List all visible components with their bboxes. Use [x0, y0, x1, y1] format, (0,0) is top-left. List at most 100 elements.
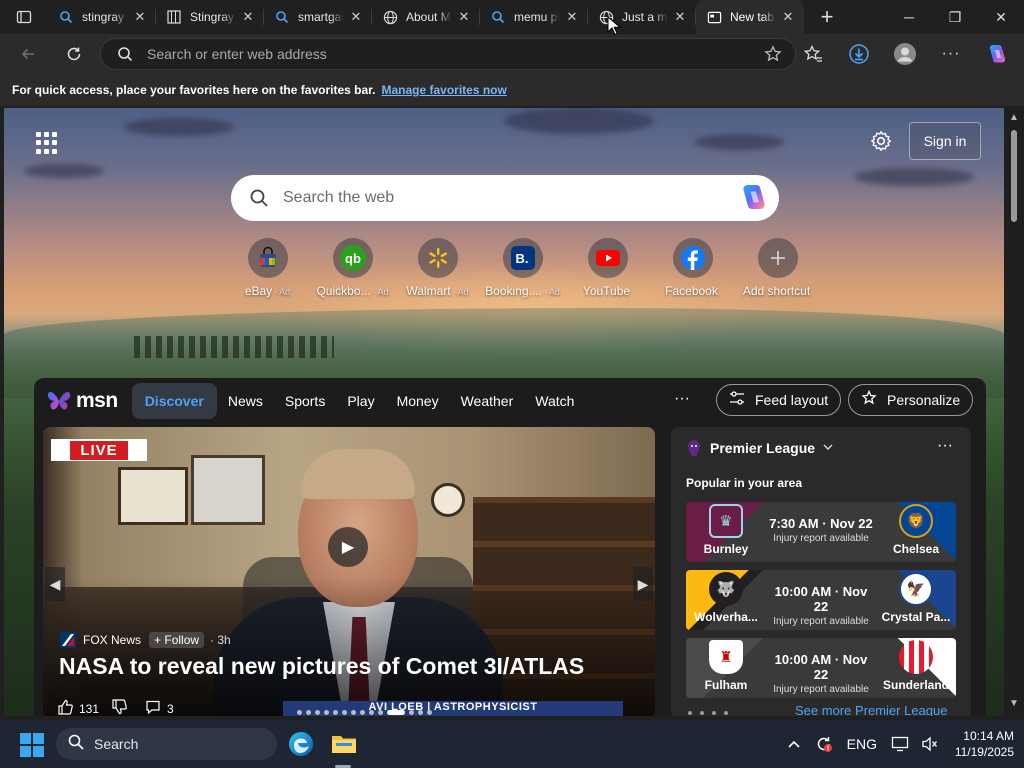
- match-row[interactable]: ♜ Fulham 10:00 AM · Nov 22 Injury report…: [686, 638, 956, 698]
- carousel-next-button[interactable]: ▶: [633, 567, 653, 601]
- pager-dot[interactable]: [427, 710, 432, 715]
- sign-in-button[interactable]: Sign in: [909, 122, 981, 160]
- pager-dot[interactable]: [409, 710, 414, 715]
- pager-dot[interactable]: [324, 710, 329, 715]
- profile-button[interactable]: [882, 38, 928, 70]
- tab-memu-search[interactable]: memu pla ✕: [480, 0, 588, 34]
- see-more-premier-league-link[interactable]: See more Premier League: [795, 703, 947, 716]
- tab-news[interactable]: News: [217, 383, 274, 419]
- league-selector[interactable]: Premier League: [686, 439, 833, 457]
- scroll-down-arrow-icon[interactable]: ▼: [1009, 698, 1019, 709]
- tab-actions-button[interactable]: [0, 0, 48, 34]
- tab-just-a-moment[interactable]: Just a mo ✕: [588, 0, 696, 34]
- show-hidden-icons-button[interactable]: [779, 740, 809, 748]
- address-input[interactable]: [147, 46, 757, 62]
- favorite-star-button[interactable]: [757, 38, 789, 70]
- tab-smartgame-search[interactable]: smartgame ✕: [264, 0, 372, 34]
- pager-dot[interactable]: [712, 711, 716, 715]
- tab-stingray-search[interactable]: stingray ✕: [48, 0, 156, 34]
- pager-dot[interactable]: [306, 710, 311, 715]
- shortcut-walmart[interactable]: Walmart · Ad: [395, 238, 480, 298]
- restore-button[interactable]: ❐: [932, 0, 978, 34]
- pager-dot[interactable]: [315, 710, 320, 715]
- taskbar-edge-app[interactable]: [283, 726, 319, 762]
- feed-layout-button[interactable]: Feed layout: [716, 384, 842, 416]
- carousel-prev-button[interactable]: ◀: [45, 567, 65, 601]
- tab-weather[interactable]: Weather: [450, 383, 525, 419]
- tab-close-button[interactable]: ✕: [348, 9, 364, 25]
- network-display-button[interactable]: [885, 736, 915, 752]
- page-scrollbar[interactable]: ▲ ▼: [1004, 108, 1024, 716]
- tab-close-button[interactable]: ✕: [240, 9, 256, 25]
- tab-close-button[interactable]: ✕: [132, 9, 148, 25]
- minimize-button[interactable]: ─: [886, 0, 932, 34]
- web-search-box[interactable]: [231, 175, 779, 221]
- favorites-button[interactable]: [790, 38, 836, 70]
- language-indicator[interactable]: ENG: [839, 736, 885, 752]
- pager-dot[interactable]: [360, 710, 365, 715]
- tab-money[interactable]: Money: [386, 383, 450, 419]
- volume-button[interactable]: [915, 736, 945, 752]
- pager-dot[interactable]: [333, 710, 338, 715]
- pager-dot[interactable]: [378, 710, 383, 715]
- start-button[interactable]: [20, 733, 44, 757]
- shortcut-youtube[interactable]: YouTube: [565, 238, 650, 298]
- tab-close-button[interactable]: ✕: [456, 9, 472, 25]
- shortcut-quickbooks[interactable]: qb Quickbo... · Ad: [310, 238, 395, 298]
- msn-logo[interactable]: msn: [46, 389, 118, 413]
- tab-watch[interactable]: Watch: [524, 383, 585, 419]
- pager-dot[interactable]: [342, 710, 347, 715]
- copilot-search-button[interactable]: [737, 181, 771, 215]
- new-tab-button[interactable]: +: [810, 0, 844, 34]
- thumbs-up-icon[interactable]: [57, 699, 73, 716]
- play-video-button[interactable]: ▶: [328, 527, 368, 567]
- web-search-input[interactable]: [283, 189, 737, 207]
- pager-dot[interactable]: [418, 710, 423, 715]
- follow-source-button[interactable]: + Follow: [149, 632, 205, 648]
- article-headline[interactable]: NASA to reveal new pictures of Comet 3I/…: [59, 653, 584, 680]
- close-window-button[interactable]: ✕: [978, 0, 1024, 34]
- thumbs-down-icon[interactable]: [111, 699, 127, 716]
- tab-play[interactable]: Play: [336, 383, 385, 419]
- pager-dot[interactable]: [369, 710, 374, 715]
- pager-dot[interactable]: [724, 711, 728, 715]
- address-bar[interactable]: [100, 38, 796, 70]
- tab-new-tab[interactable]: New tab ✕: [696, 0, 804, 34]
- scrollbar-thumb[interactable]: [1011, 130, 1017, 222]
- tab-close-button[interactable]: ✕: [780, 9, 796, 25]
- taskbar-file-explorer-app[interactable]: [326, 726, 362, 762]
- manage-favorites-link[interactable]: Manage favorites now: [381, 83, 506, 97]
- shortcut-ebay[interactable]: eBay · Ad: [225, 238, 310, 298]
- pager-dot[interactable]: [688, 711, 692, 715]
- sports-more-button[interactable]: ···: [937, 437, 953, 455]
- hero-news-card[interactable]: LIVE ▶ ◀ ▶ FOX News + Follow · 3h NASA t…: [43, 427, 655, 716]
- pager-dot[interactable]: [700, 711, 704, 715]
- personalize-button[interactable]: Personalize: [848, 384, 974, 416]
- sync-status-button[interactable]: [809, 735, 839, 753]
- tab-stingray-page[interactable]: Stingray ✕: [156, 0, 264, 34]
- copilot-button[interactable]: [974, 38, 1020, 70]
- tab-close-button[interactable]: ✕: [672, 9, 688, 25]
- taskbar-clock[interactable]: 10:14 AM 11/19/2025: [955, 728, 1014, 760]
- app-launcher-button[interactable]: [34, 130, 60, 156]
- pager-dot[interactable]: [297, 710, 302, 715]
- taskbar-search[interactable]: Search: [56, 728, 277, 760]
- add-shortcut-button[interactable]: Add shortcut: [735, 238, 820, 298]
- page-settings-button[interactable]: [866, 126, 896, 156]
- scroll-up-arrow-icon[interactable]: ▲: [1009, 112, 1019, 123]
- match-row[interactable]: ♛ Burnley 7:30 AM · Nov 22 Injury report…: [686, 502, 956, 562]
- tab-discover[interactable]: Discover: [131, 383, 217, 419]
- tab-sports[interactable]: Sports: [274, 383, 336, 419]
- shortcut-facebook[interactable]: Facebook: [650, 238, 735, 298]
- back-button[interactable]: [8, 38, 48, 70]
- downloads-button[interactable]: [836, 38, 882, 70]
- comment-icon[interactable]: [145, 699, 161, 716]
- tab-close-button[interactable]: ✕: [564, 9, 580, 25]
- match-row[interactable]: 🐺 Wolverha... 10:00 AM · Nov 22 Injury r…: [686, 570, 956, 630]
- refresh-button[interactable]: [54, 38, 94, 70]
- pager-dot[interactable]: [351, 710, 356, 715]
- tab-about[interactable]: About M ✕: [372, 0, 480, 34]
- shortcut-booking[interactable]: B. Booking.... · Ad: [480, 238, 565, 298]
- pager-dot-active[interactable]: [387, 710, 405, 715]
- settings-more-button[interactable]: ···: [928, 38, 974, 70]
